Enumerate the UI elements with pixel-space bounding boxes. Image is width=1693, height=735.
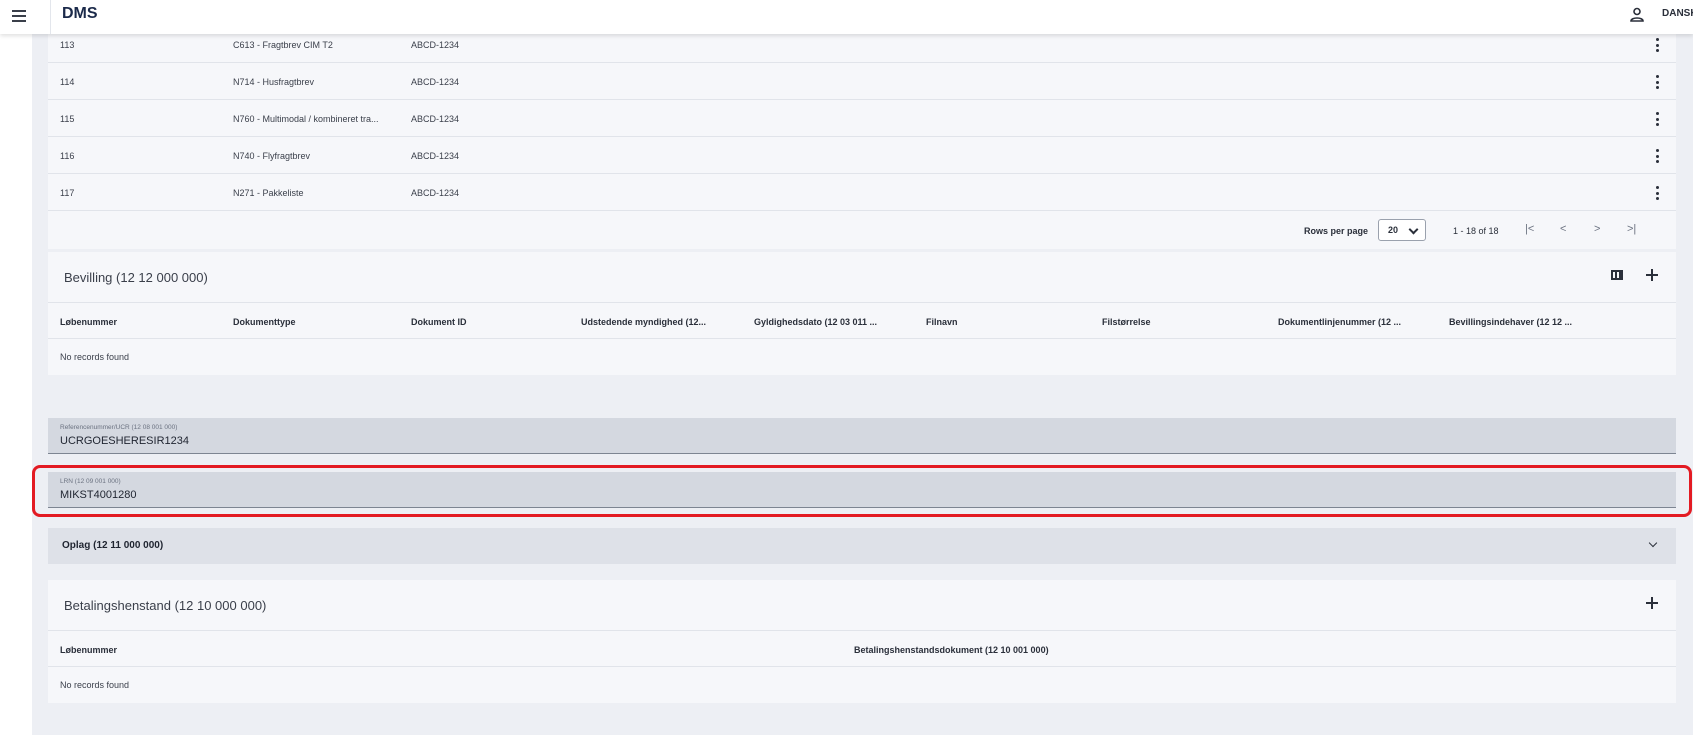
- row-number: 114: [60, 77, 75, 87]
- lrn-value: MIKST4001280: [60, 489, 137, 501]
- column-header[interactable]: Dokumentlinjenummer (12 ...: [1278, 317, 1401, 327]
- row-number: 117: [60, 188, 75, 198]
- previous-page-button[interactable]: <: [1560, 223, 1566, 235]
- table-row: 117 N271 - Pakkeliste ABCD-1234: [48, 174, 1676, 211]
- chevron-down-icon: [1648, 538, 1658, 548]
- row-document-id: ABCD-1234: [411, 77, 460, 87]
- oplag-title: Oplag (12 11 000 000): [62, 540, 164, 551]
- table-row: 114 N714 - Husfragtbrev ABCD-1234: [48, 63, 1676, 100]
- pagination-bar: Rows per page 20 1 - 18 of 18 |< < > >|: [48, 211, 1676, 249]
- row-number: 115: [60, 114, 75, 124]
- chevron-down-icon: [1408, 224, 1419, 235]
- column-header[interactable]: Udstedende myndighed (12...: [581, 317, 706, 327]
- row-document-id: ABCD-1234: [411, 188, 460, 198]
- betalingshenstand-column-headers: Løbenummer Betalingshenstandsdokument (1…: [48, 631, 1676, 667]
- row-document-type: N760 - Multimodal / kombineret tra...: [233, 114, 379, 124]
- lrn-label: LRN (12 09 001 000): [60, 478, 121, 485]
- top-app-bar: DMS DANSK: [0, 0, 1693, 34]
- row-more-icon[interactable]: [1652, 38, 1662, 52]
- last-page-button[interactable]: >|: [1627, 223, 1636, 235]
- betalingshenstand-title: Betalingshenstand (12 10 000 000): [64, 598, 267, 613]
- column-header[interactable]: Løbenummer: [60, 317, 117, 327]
- reference-number-label: Referencenummer/UCR (12 08 001 000): [60, 424, 178, 431]
- bevilling-title: Bevilling (12 12 000 000): [64, 270, 208, 285]
- row-more-icon[interactable]: [1652, 75, 1662, 89]
- documents-table: 113 C613 - Fragtbrev CIM T2 ABCD-1234 11…: [48, 26, 1676, 249]
- reference-number-field[interactable]: Referencenummer/UCR (12 08 001 000) UCRG…: [48, 418, 1676, 454]
- row-document-id: ABCD-1234: [411, 151, 460, 161]
- row-more-icon[interactable]: [1652, 186, 1662, 200]
- add-bevilling-icon[interactable]: [1646, 269, 1658, 281]
- row-document-type: N714 - Husfragtbrev: [233, 77, 315, 87]
- row-document-id: ABCD-1234: [411, 114, 460, 124]
- row-document-id: ABCD-1234: [411, 40, 460, 50]
- betalingshenstand-header: Betalingshenstand (12 10 000 000): [48, 580, 1676, 631]
- rows-per-page-select[interactable]: 20: [1378, 219, 1426, 241]
- language-selector[interactable]: DANSK: [1662, 8, 1693, 19]
- column-header[interactable]: Gyldighedsdato (12 03 011 ...: [754, 317, 877, 327]
- user-icon[interactable]: [1628, 6, 1646, 24]
- table-row: 116 N740 - Flyfragtbrev ABCD-1234: [48, 137, 1676, 174]
- next-page-button[interactable]: >: [1594, 223, 1600, 235]
- empty-state: No records found: [48, 339, 1676, 375]
- row-more-icon[interactable]: [1652, 149, 1662, 163]
- column-header[interactable]: Dokumenttype: [233, 317, 296, 327]
- empty-state-text: No records found: [60, 680, 130, 690]
- rows-per-page-label: Rows per page: [1304, 226, 1369, 236]
- hamburger-menu-icon[interactable]: [12, 6, 32, 26]
- betalingshenstand-section: Betalingshenstand (12 10 000 000) Løbenu…: [48, 580, 1676, 703]
- bevilling-header: Bevilling (12 12 000 000): [48, 252, 1676, 303]
- column-header[interactable]: Filstørrelse: [1102, 317, 1151, 327]
- column-header[interactable]: Bevillingsindehaver (12 12 ...: [1449, 317, 1572, 327]
- table-row: 115 N760 - Multimodal / kombineret tra..…: [48, 100, 1676, 137]
- bevilling-section: Bevilling (12 12 000 000) Løbenummer Dok…: [48, 252, 1676, 375]
- columns-icon[interactable]: [1611, 270, 1623, 280]
- row-number: 116: [60, 151, 75, 161]
- first-page-button[interactable]: |<: [1525, 223, 1534, 235]
- row-number: 113: [60, 40, 75, 50]
- row-document-type: N740 - Flyfragtbrev: [233, 151, 311, 161]
- row-more-icon[interactable]: [1652, 112, 1662, 126]
- lrn-field[interactable]: LRN (12 09 001 000) MIKST4001280: [48, 472, 1676, 508]
- oplag-accordion[interactable]: Oplag (12 11 000 000): [48, 528, 1676, 564]
- app-title: DMS: [62, 5, 98, 22]
- add-betalingshenstand-icon[interactable]: [1646, 597, 1658, 609]
- bevilling-column-headers: Løbenummer Dokumenttype Dokument ID Udst…: [48, 303, 1676, 339]
- empty-state: No records found: [48, 667, 1676, 703]
- header-divider: [50, 0, 51, 34]
- column-header[interactable]: Dokument ID: [411, 317, 467, 327]
- empty-state-text: No records found: [60, 352, 130, 362]
- column-header[interactable]: Betalingshenstandsdokument (12 10 001 00…: [854, 645, 1049, 655]
- row-document-type: N271 - Pakkeliste: [233, 188, 304, 198]
- row-document-type: C613 - Fragtbrev CIM T2: [233, 40, 333, 50]
- rows-per-page-value: 20: [1388, 225, 1399, 235]
- column-header[interactable]: Filnavn: [926, 317, 958, 327]
- reference-number-value: UCRGOESHERESIR1234: [60, 435, 189, 447]
- column-header[interactable]: Løbenummer: [60, 645, 117, 655]
- pagination-range: 1 - 18 of 18: [1453, 226, 1499, 236]
